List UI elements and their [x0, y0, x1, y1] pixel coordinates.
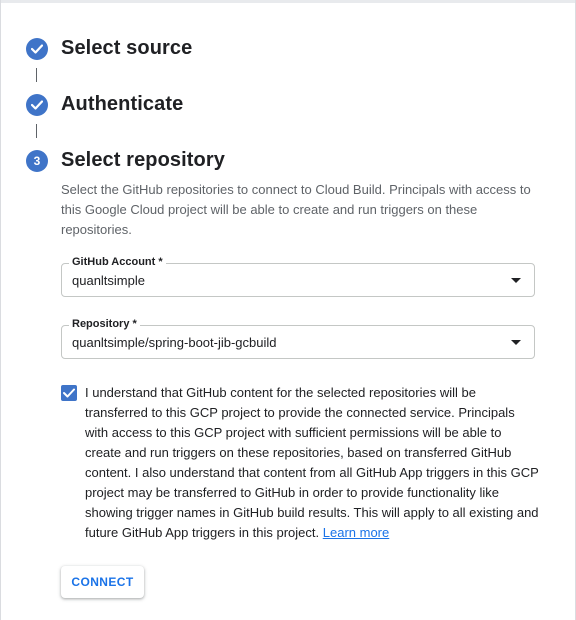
dropdown-arrow-icon: [511, 340, 521, 345]
step-description: Select the GitHub repositories to connec…: [61, 182, 531, 237]
consent-text: I understand that GitHub content for the…: [85, 385, 539, 540]
check-circle-icon: [26, 93, 48, 116]
github-account-label: GitHub Account *: [69, 255, 166, 269]
check-circle-icon: [26, 37, 48, 60]
github-account-value: quanltsimple: [72, 273, 145, 288]
step-number-badge: 3: [26, 149, 48, 172]
top-divider: [0, 0, 576, 3]
dropdown-arrow-icon: [511, 278, 521, 283]
step-connector: [36, 124, 37, 138]
repository-value: quanltsimple/spring-boot-jib-gcbuild: [72, 335, 277, 350]
step-title: Authenticate: [61, 93, 184, 115]
step-connector: [36, 68, 37, 82]
step-select-source[interactable]: Select source: [26, 37, 192, 60]
consent-section: I understand that GitHub content for the…: [61, 383, 541, 543]
github-account-select[interactable]: GitHub Account * quanltsimple: [61, 255, 535, 297]
repository-select[interactable]: Repository * quanltsimple/spring-boot-ji…: [61, 317, 535, 359]
step-select-repository[interactable]: 3 Select repository: [26, 149, 225, 172]
connect-button[interactable]: CONNECT: [61, 566, 144, 598]
checkmark-icon: [63, 388, 75, 398]
step-title: Select source: [61, 37, 193, 59]
repository-label: Repository *: [69, 317, 140, 331]
learn-more-link[interactable]: Learn more: [323, 525, 389, 540]
step-authenticate[interactable]: Authenticate: [26, 93, 183, 116]
step-title: Select repository: [61, 149, 225, 171]
consent-checkbox[interactable]: [61, 385, 77, 401]
left-divider: [0, 0, 1, 620]
connect-repository-panel: Select source Authenticate 3 Select repo…: [0, 0, 576, 620]
consent-text-block: I understand that GitHub content for the…: [85, 383, 541, 543]
